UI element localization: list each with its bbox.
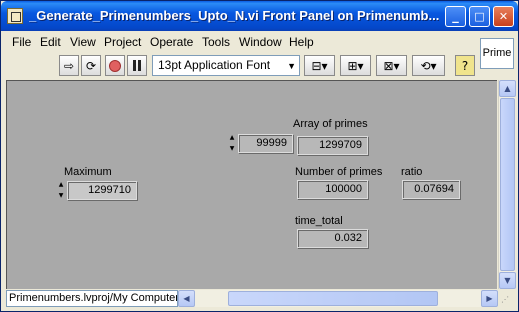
vi-icon-pane: Prime bbox=[480, 38, 514, 69]
horizontal-scroll-thumb[interactable] bbox=[228, 291, 438, 306]
run-continuously-icon[interactable]: ⟳ bbox=[81, 55, 101, 76]
maximum-label: Maximum bbox=[64, 166, 112, 178]
pause-icon[interactable] bbox=[127, 55, 147, 76]
menu-help[interactable]: Help bbox=[289, 35, 314, 49]
time-total-label: time_total bbox=[295, 215, 343, 227]
increment-icon[interactable]: ▲ bbox=[59, 181, 64, 189]
vi-front-panel-window: _Generate_Primenumbers_Upto_N.vi Front P… bbox=[0, 0, 519, 312]
array-of-primes-element: 1299709 bbox=[297, 136, 368, 155]
maximize-button[interactable]: □ bbox=[469, 6, 490, 27]
horizontal-scrollbar[interactable]: ◀ ▶ bbox=[178, 290, 498, 307]
menu-tools[interactable]: Tools bbox=[202, 35, 230, 49]
menu-file[interactable]: File bbox=[12, 35, 31, 49]
chevron-down-icon: ▼ bbox=[287, 61, 296, 71]
distribute-objects-icon[interactable]: ⊞▾ bbox=[340, 55, 371, 76]
resize-objects-icon[interactable]: ⊠▾ bbox=[376, 55, 407, 76]
increment-icon[interactable]: ▲ bbox=[230, 134, 235, 142]
ratio-label: ratio bbox=[401, 166, 423, 178]
scroll-right-icon[interactable]: ▶ bbox=[481, 290, 498, 307]
number-of-primes-label: Number of primes bbox=[295, 166, 383, 178]
font-select[interactable]: 13pt Application Font ▼ bbox=[152, 55, 300, 76]
menu-bar: File Edit View Project Operate Tools Win… bbox=[1, 31, 479, 52]
ratio-indicator: 0.07694 bbox=[402, 180, 460, 199]
project-path: Primenumbers.lvproj/My Computer bbox=[6, 290, 178, 307]
array-index-value[interactable]: 99999 bbox=[238, 134, 293, 153]
align-objects-icon[interactable]: ⊟▾ bbox=[304, 55, 335, 76]
window-title: _Generate_Primenumbers_Upto_N.vi Front P… bbox=[29, 8, 439, 23]
maximum-spinner[interactable]: ▲ ▼ bbox=[57, 181, 65, 200]
toolbar: ⇨ ⟳ 13pt Application Font ▼ ⊟▾ ⊞▾ ⊠▾ ⟲▾ … bbox=[1, 54, 479, 78]
vertical-scroll-thumb[interactable] bbox=[500, 98, 515, 271]
menu-operate[interactable]: Operate bbox=[150, 35, 193, 49]
help-icon[interactable]: ? bbox=[455, 55, 475, 76]
title-bar[interactable]: _Generate_Primenumbers_Upto_N.vi Front P… bbox=[1, 1, 518, 31]
decrement-icon[interactable]: ▼ bbox=[59, 192, 64, 200]
vi-icon bbox=[7, 8, 23, 24]
vertical-scrollbar[interactable]: ▲ ▼ bbox=[498, 80, 516, 289]
number-of-primes-indicator: 100000 bbox=[297, 180, 368, 199]
front-panel-canvas: ▲ ▼ 99999 Array of primes 1299709 Maximu… bbox=[6, 80, 497, 289]
maximum-input[interactable]: 1299710 bbox=[67, 181, 137, 200]
decrement-icon[interactable]: ▼ bbox=[230, 145, 235, 153]
menu-project[interactable]: Project bbox=[104, 35, 141, 49]
scroll-up-icon[interactable]: ▲ bbox=[499, 80, 516, 97]
reorder-icon[interactable]: ⟲▾ bbox=[412, 55, 445, 76]
menu-view[interactable]: View bbox=[70, 35, 96, 49]
abort-icon[interactable] bbox=[105, 55, 125, 76]
close-button[interactable]: ✕ bbox=[493, 6, 514, 27]
time-total-indicator: 0.032 bbox=[297, 229, 368, 248]
menu-edit[interactable]: Edit bbox=[40, 35, 61, 49]
array-of-primes-label: Array of primes bbox=[293, 118, 368, 130]
menu-window[interactable]: Window bbox=[239, 35, 282, 49]
scroll-down-icon[interactable]: ▼ bbox=[499, 272, 516, 289]
run-arrow-icon[interactable]: ⇨ bbox=[59, 55, 79, 76]
array-index-spinner[interactable]: ▲ ▼ bbox=[228, 134, 236, 153]
minimize-button[interactable]: _ bbox=[445, 6, 466, 27]
font-select-value: 13pt Application Font bbox=[158, 58, 271, 72]
scroll-left-icon[interactable]: ◀ bbox=[178, 290, 195, 307]
resize-grip-icon[interactable]: ⋰ bbox=[501, 295, 515, 309]
